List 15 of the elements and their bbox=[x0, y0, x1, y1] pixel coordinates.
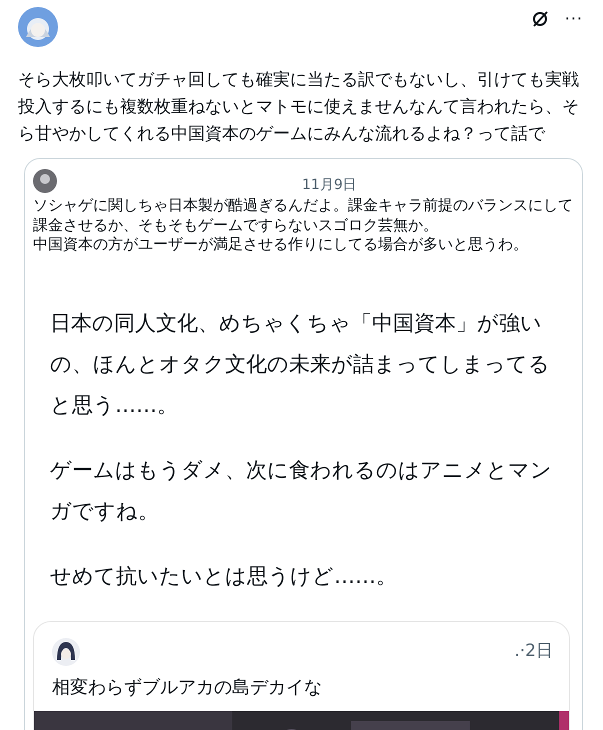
quote-card[interactable] bbox=[24, 158, 583, 730]
post-time: .·2日 bbox=[514, 640, 553, 663]
quote-text: 中国資本の方がユーザーが満足させる作りにしてる場合が多いと思うわ。 bbox=[32, 235, 529, 254]
post-text: そら大枚叩いてガチャ回しても確実に当たる訳でもないし、引けても実戦投入するにも複数枚重ねないとマトモに使えませんなんて言われたら、そら甘やかしてくれる中国資本のゲームにみんな流れるよね？って話で bbox=[18, 69, 580, 146]
more-button[interactable]: ··· bbox=[564, 7, 583, 31]
avatar[interactable] bbox=[18, 7, 58, 47]
quote-text: ソシャゲに関しちゃ日本製が酷過ぎるんだよ。課金キャラ前提のバランスにして課金させるか、そもそもゲームですらないスゴロク芸無か。 bbox=[32, 196, 574, 235]
paragraph-text: せめて抗いたいとは思うけど……。 bbox=[50, 562, 398, 590]
post-date: 11月9日 bbox=[302, 176, 357, 195]
embedded-post-text: 相変わらずブルアカの島デカイな bbox=[51, 676, 323, 700]
avatar bbox=[33, 169, 57, 193]
slash-circle-icon[interactable] bbox=[530, 10, 549, 28]
paragraph-text: ゲームはもうダメ、次に食われるのはアニメとマンガですね。 bbox=[50, 456, 553, 524]
paragraph-text: 日本の同人文化、めちゃくちゃ「中国資本」が強いの、ほんとオタク文化の未来が詰まってしまってると思う……。 bbox=[50, 310, 551, 418]
avatar bbox=[52, 638, 80, 666]
